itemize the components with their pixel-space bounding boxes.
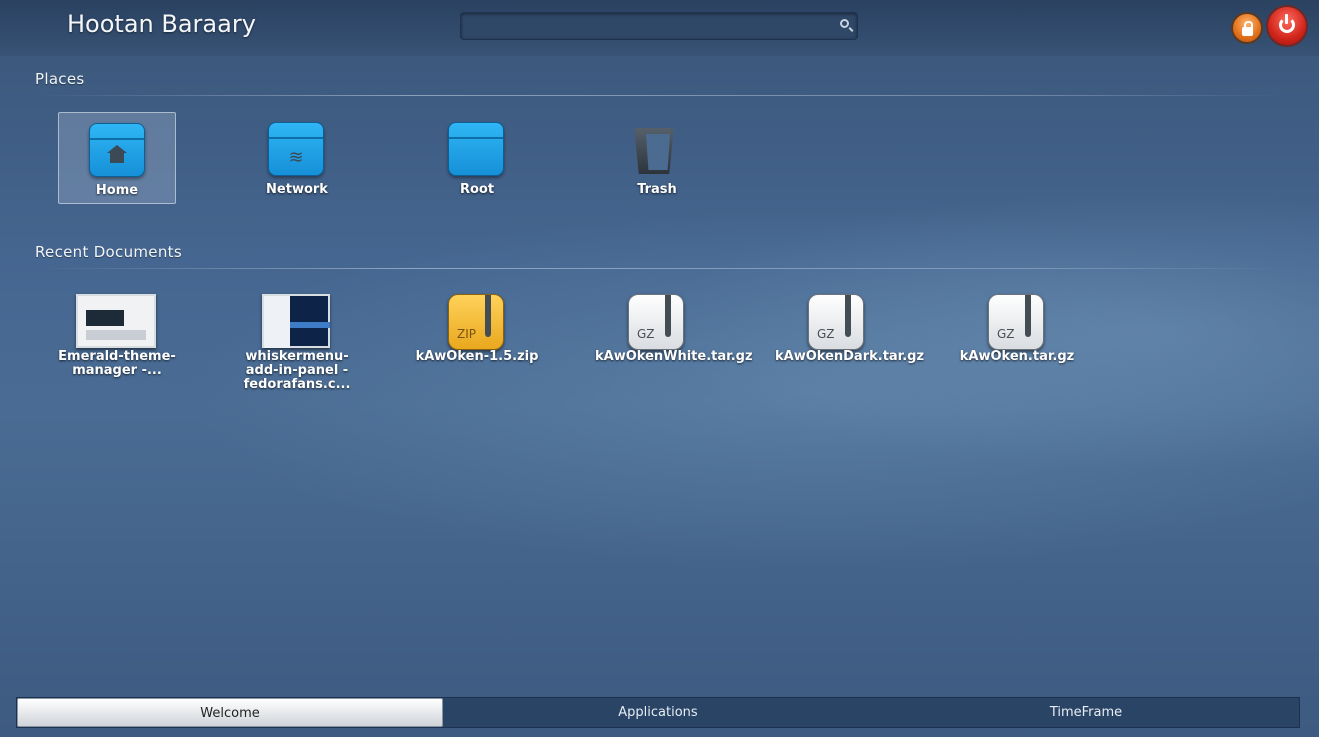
place-label: Network <box>266 182 328 197</box>
place-home[interactable]: Home <box>58 112 176 204</box>
recent-item-kawoken-dark[interactable]: GZ kAwOkenDark.tar.gz <box>775 294 925 404</box>
gz-archive-icon: GZ <box>808 294 864 350</box>
place-network[interactable]: ≋ Network <box>238 112 356 204</box>
lock-icon <box>1242 21 1253 36</box>
place-root[interactable]: Root <box>418 112 536 204</box>
trash-icon <box>630 122 678 178</box>
tab-welcome[interactable]: Welcome <box>17 698 443 727</box>
places-heading: Places <box>35 70 85 88</box>
image-thumbnail-icon <box>76 294 156 348</box>
places-divider <box>35 95 1285 96</box>
recent-item-label: kAwOkenDark.tar.gz <box>775 349 925 364</box>
wifi-glyph: ≋ <box>288 147 304 168</box>
archive-type-label: GZ <box>637 327 655 341</box>
home-folder-icon <box>89 123 145 177</box>
search-input[interactable] <box>469 16 823 38</box>
header-bar: Hootan Baraary <box>0 0 1319 56</box>
recent-divider <box>35 268 1285 269</box>
archive-type-label: ZIP <box>457 327 476 341</box>
recent-item-label: kAwOkenWhite.tar.gz <box>595 349 753 364</box>
archive-type-label: GZ <box>997 327 1015 341</box>
recent-item-kawoken[interactable]: GZ kAwOken.tar.gz <box>958 294 1076 404</box>
gz-archive-icon: GZ <box>988 294 1044 350</box>
folder-icon <box>448 122 504 176</box>
tab-timeframe[interactable]: TimeFrame <box>873 698 1299 727</box>
search-box[interactable] <box>460 12 858 40</box>
lock-screen-button[interactable] <box>1231 12 1263 44</box>
place-label: Trash <box>637 182 677 197</box>
recent-item-label: Emerald-theme-manager -... <box>58 349 176 378</box>
user-name: Hootan Baraary <box>67 10 256 38</box>
place-label: Home <box>95 183 139 198</box>
power-icon <box>1279 14 1295 33</box>
archive-type-label: GZ <box>817 327 835 341</box>
gz-archive-icon: GZ <box>628 294 684 350</box>
recent-item-kawoken-white[interactable]: GZ kAwOkenWhite.tar.gz <box>595 294 753 404</box>
footer-tab-bar: Welcome Applications TimeFrame <box>16 697 1300 728</box>
recent-item-label: kAwOken.tar.gz <box>959 349 1075 364</box>
image-thumbnail-icon <box>262 294 330 348</box>
recent-item-kawoken-zip[interactable]: ZIP kAwOken-1.5.zip <box>415 294 539 404</box>
recent-item-emerald[interactable]: Emerald-theme-manager -... <box>58 294 176 404</box>
recent-item-label: kAwOken-1.5.zip <box>415 349 539 364</box>
home-glyph <box>107 145 127 163</box>
zip-archive-icon: ZIP <box>448 294 504 350</box>
recent-item-label: whiskermenu-add-in-panel - fedorafans.c.… <box>243 349 351 392</box>
recent-item-whiskermenu[interactable]: whiskermenu-add-in-panel - fedorafans.c.… <box>238 294 356 404</box>
tab-applications[interactable]: Applications <box>445 698 871 727</box>
place-trash[interactable]: Trash <box>598 112 716 204</box>
search-icon[interactable] <box>840 19 849 28</box>
network-folder-icon: ≋ <box>268 122 324 176</box>
recent-documents-heading: Recent Documents <box>35 243 182 261</box>
place-label: Root <box>459 182 495 197</box>
shutdown-button[interactable] <box>1266 5 1308 47</box>
